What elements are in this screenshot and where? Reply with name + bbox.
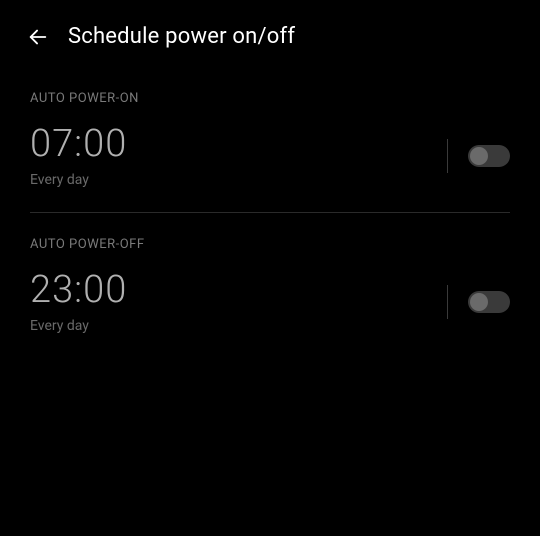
- auto-power-on-row: 07:00 Every day: [30, 124, 510, 212]
- auto-power-off-controls: [447, 285, 510, 319]
- auto-power-off-toggle[interactable]: [468, 291, 510, 313]
- auto-power-on-controls: [447, 139, 510, 173]
- header: Schedule power on/off: [0, 0, 540, 67]
- divider: [30, 212, 510, 213]
- auto-power-off-time-button[interactable]: 23:00 Every day: [30, 270, 127, 334]
- auto-power-on-time: 07:00: [30, 124, 127, 166]
- auto-power-off-repeat: Every day: [30, 318, 127, 334]
- auto-power-on-time-button[interactable]: 07:00 Every day: [30, 124, 127, 188]
- auto-power-on-repeat: Every day: [30, 172, 127, 188]
- auto-power-off-row: 23:00 Every day: [30, 270, 510, 358]
- auto-power-on-label: AUTO POWER-ON: [30, 91, 510, 106]
- auto-power-on-toggle[interactable]: [468, 145, 510, 167]
- back-icon[interactable]: [26, 25, 50, 49]
- page-title: Schedule power on/off: [68, 24, 295, 49]
- auto-power-off-section: AUTO POWER-OFF 23:00 Every day: [0, 237, 540, 358]
- toggle-knob: [470, 293, 488, 311]
- divider-vertical: [447, 285, 448, 319]
- toggle-knob: [470, 147, 488, 165]
- auto-power-off-time: 23:00: [30, 270, 127, 312]
- divider-vertical: [447, 139, 448, 173]
- auto-power-on-section: AUTO POWER-ON 07:00 Every day: [0, 91, 540, 212]
- auto-power-off-label: AUTO POWER-OFF: [30, 237, 510, 252]
